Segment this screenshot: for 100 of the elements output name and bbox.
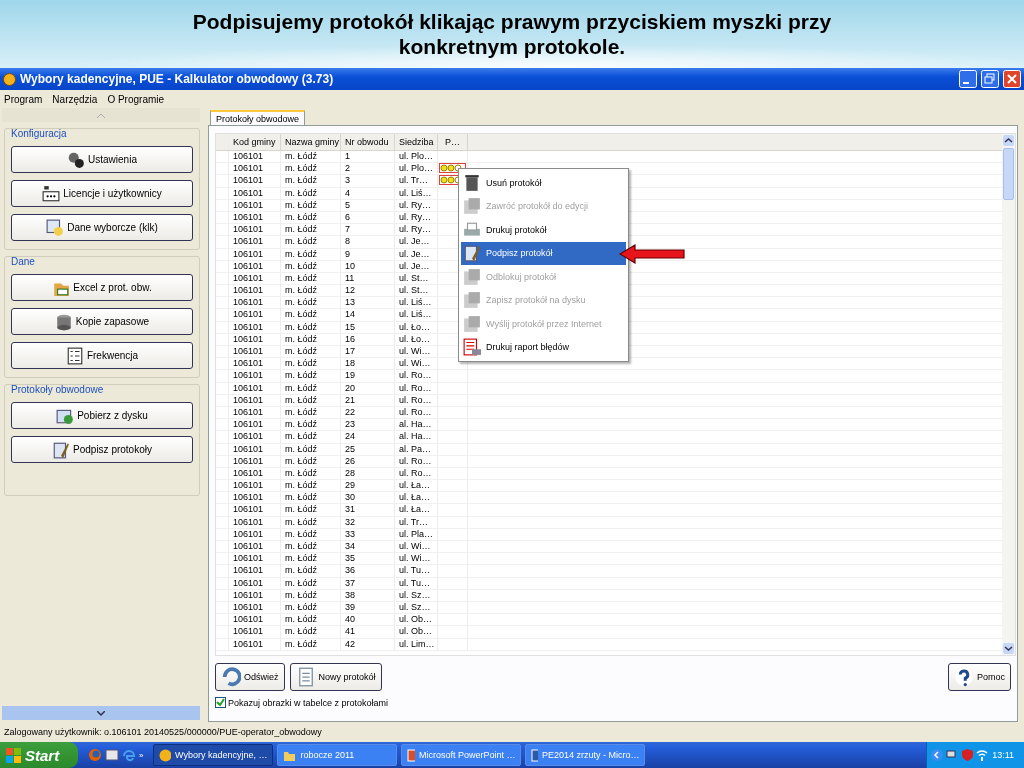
checkbox[interactable] bbox=[215, 697, 226, 708]
table-cell: m. Łódź bbox=[281, 321, 341, 333]
desktop-icon[interactable] bbox=[105, 748, 119, 762]
scroll-down-icon[interactable] bbox=[1002, 642, 1015, 655]
sidebar-button[interactable]: Podpisz protokoły bbox=[11, 436, 193, 463]
sidebar-button[interactable]: Pobierz z dysku bbox=[11, 402, 193, 429]
table-cell: ul. Ro… bbox=[395, 406, 438, 419]
chevron-down-icon bbox=[97, 710, 105, 716]
table-cell: 106101 bbox=[229, 199, 281, 211]
menu-item[interactable]: Program bbox=[4, 93, 43, 105]
table-cell: ul. Plo… bbox=[395, 151, 438, 163]
table-cell: 6 bbox=[341, 211, 395, 224]
sidebar-button[interactable]: Licencje i użytkownicy bbox=[11, 180, 193, 207]
table-cell: m. Łódź bbox=[281, 601, 341, 614]
taskbar-task[interactable]: robocze 2011 bbox=[277, 744, 398, 766]
table-cell: ul. Liś… bbox=[395, 187, 438, 199]
sidebar-button[interactable]: Ustawienia bbox=[11, 146, 193, 173]
slide-title: Podpisujemy protokół klikając prawym przyciskiem myszki przy konkretnym protokole. bbox=[191, 9, 833, 59]
table-cell: 106101 bbox=[229, 163, 281, 175]
table-cell: 4 bbox=[341, 187, 395, 199]
table-cell: ul. Tu… bbox=[395, 565, 438, 577]
table-cell: ul. Sz… bbox=[395, 589, 438, 601]
new-protocol-button[interactable]: Nowy protokół bbox=[289, 663, 382, 691]
browser-icon[interactable] bbox=[122, 748, 136, 762]
clock: 13:11 bbox=[992, 750, 1014, 760]
table-cell: 40 bbox=[341, 614, 395, 626]
group-title: Konfiguracja bbox=[11, 128, 68, 139]
start-button[interactable]: Start bbox=[0, 742, 78, 768]
tab[interactable]: Protokoły obwodowe bbox=[210, 110, 306, 125]
table-cell: m. Łódź bbox=[281, 382, 341, 394]
shield-icon[interactable] bbox=[962, 749, 973, 761]
taskbar-task[interactable]: Microsoft PowerPoint … bbox=[401, 744, 522, 766]
vertical-scrollbar[interactable] bbox=[1002, 134, 1015, 655]
table-cell: 15 bbox=[341, 321, 395, 333]
pointer-arrow bbox=[619, 244, 685, 264]
column-header[interactable]: Kod gminy bbox=[229, 134, 281, 150]
sidebar-button[interactable]: Dane wyborcze (klk) bbox=[11, 214, 193, 241]
column-header[interactable]: Nazwa gminy bbox=[281, 134, 341, 150]
table-cell: ul. St… bbox=[395, 272, 438, 285]
app-logo-icon bbox=[159, 748, 171, 762]
column-header[interactable]: P… bbox=[438, 134, 468, 150]
sidebar-button[interactable]: Kopie zapasowe bbox=[11, 308, 193, 335]
refresh-button[interactable]: Odśwież bbox=[215, 663, 285, 691]
table-cell: 106101 bbox=[229, 406, 281, 419]
checkbox-label[interactable]: Pokazuj obrazki w tabelce z protokołami bbox=[215, 697, 1016, 708]
column-header[interactable]: Nr obwodu bbox=[341, 134, 395, 150]
table-cell: m. Łódź bbox=[281, 224, 341, 236]
table-cell: m. Łódź bbox=[281, 516, 341, 528]
sidebar-button[interactable]: Excel z prot. obw. bbox=[11, 274, 193, 301]
table-cell: 106101 bbox=[229, 346, 281, 358]
taskbar-task[interactable]: PE2014 zrzuty - Micro… bbox=[525, 744, 646, 766]
table-cell: m. Łódź bbox=[281, 285, 341, 297]
table-cell: ul. Liś… bbox=[395, 309, 438, 321]
network-icon[interactable] bbox=[946, 749, 959, 761]
table-cell: ul. Wi… bbox=[395, 541, 438, 553]
table-cell: ul. Tr… bbox=[395, 175, 438, 187]
checkbox-text: Pokazuj obrazki w tabelce z protokołami bbox=[228, 697, 389, 708]
report-printer-icon bbox=[463, 338, 481, 357]
more-icon[interactable]: » bbox=[139, 751, 144, 760]
table-cell: m. Łódź bbox=[281, 419, 341, 431]
table-cell: 34 bbox=[341, 541, 395, 553]
table-cell: 18 bbox=[341, 358, 395, 370]
restore-button[interactable] bbox=[981, 70, 999, 88]
table-cell: m. Łódź bbox=[281, 370, 341, 382]
table-cell: 29 bbox=[341, 480, 395, 492]
slides-icon bbox=[407, 748, 415, 762]
table-cell: 36 bbox=[341, 565, 395, 577]
table-cell: 106101 bbox=[229, 285, 281, 297]
table-cell: m. Łódź bbox=[281, 504, 341, 516]
table-cell: m. Łódź bbox=[281, 626, 341, 638]
table-cell: ul. Ro… bbox=[395, 370, 438, 382]
word-icon bbox=[531, 748, 538, 762]
table-cell: ul. Ła… bbox=[395, 504, 438, 516]
table-cell: 106101 bbox=[229, 467, 281, 480]
context-menu-item[interactable]: Podpisz protokół bbox=[461, 241, 626, 265]
context-menu-item[interactable]: Drukuj protokół bbox=[461, 218, 626, 242]
table-cell: 35 bbox=[341, 553, 395, 565]
minimize-button[interactable] bbox=[959, 70, 977, 88]
table-cell: 41 bbox=[341, 626, 395, 638]
close-button[interactable] bbox=[1003, 70, 1021, 88]
table-cell: m. Łódź bbox=[281, 199, 341, 211]
scroll-thumb[interactable] bbox=[1003, 148, 1014, 200]
context-menu-item[interactable]: Drukuj raport błędów bbox=[461, 335, 626, 359]
table-cell: ul. Plo… bbox=[395, 163, 438, 175]
menu-item[interactable]: O Programie bbox=[107, 93, 165, 105]
table-cell: 33 bbox=[341, 528, 395, 540]
table-cell: 106101 bbox=[229, 224, 281, 236]
chevron-up-icon bbox=[97, 112, 105, 118]
help-button[interactable]: Pomoc bbox=[948, 663, 1011, 691]
sidebar-button[interactable]: Frekwencja bbox=[11, 342, 193, 369]
table-cell: 26 bbox=[341, 455, 395, 467]
table-cell: m. Łódź bbox=[281, 467, 341, 480]
scroll-up-icon[interactable] bbox=[1002, 134, 1015, 147]
wifi-icon[interactable] bbox=[976, 749, 988, 761]
menu-item[interactable]: Narzędzia bbox=[52, 93, 98, 105]
column-header[interactable]: Siedziba bbox=[395, 134, 438, 150]
context-menu-item[interactable]: Usuń protokół bbox=[461, 171, 626, 195]
chevron-icon[interactable] bbox=[931, 749, 943, 761]
taskbar-task[interactable]: Wybory kadencyjne, … bbox=[153, 744, 274, 766]
table-cell: 14 bbox=[341, 309, 395, 321]
